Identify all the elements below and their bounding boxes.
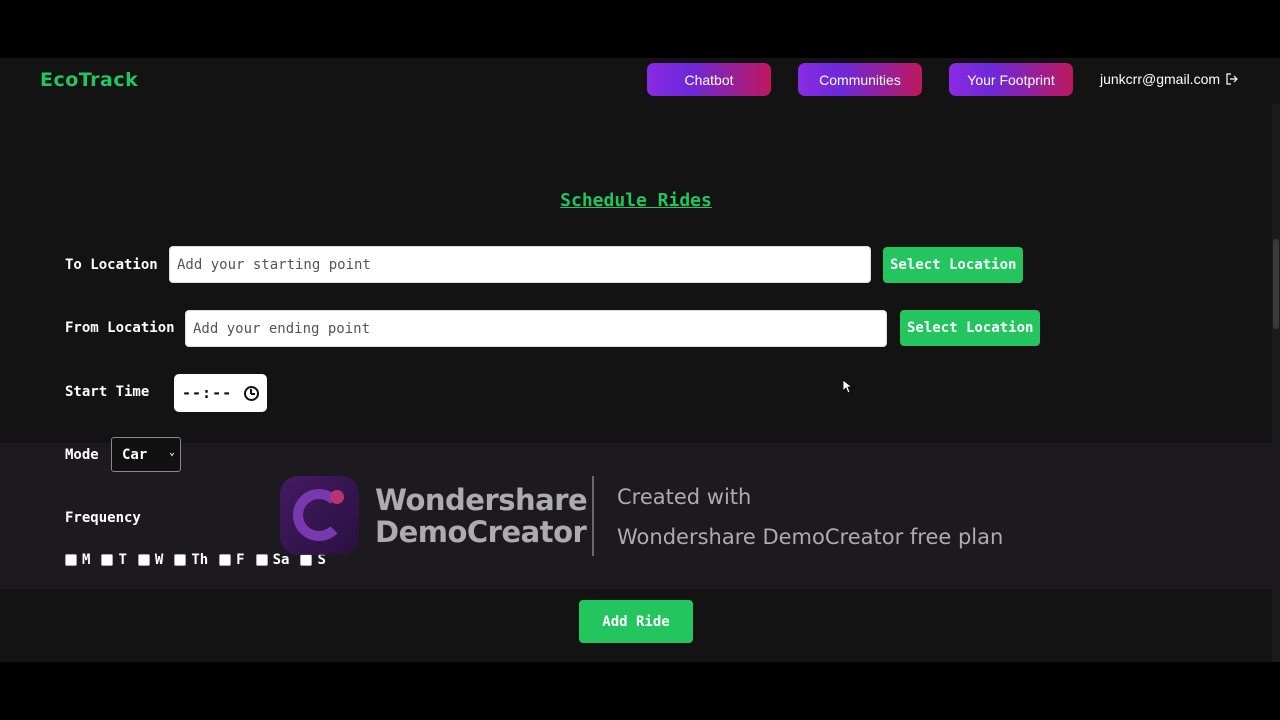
mouse-cursor-icon xyxy=(842,379,854,398)
add-ride-button[interactable]: Add Ride xyxy=(579,600,693,643)
watermark-brand-line1: Wondershare xyxy=(375,483,588,517)
nav-footprint-button[interactable]: Your Footprint xyxy=(949,63,1073,96)
select-to-location-button[interactable]: Select Location xyxy=(883,247,1024,283)
clock-icon[interactable] xyxy=(244,385,259,401)
watermark-divider xyxy=(592,476,594,556)
app-window: EcoTrack Chatbot Communities Your Footpr… xyxy=(0,58,1280,662)
day-option-th[interactable]: Th xyxy=(174,552,208,568)
user-email: junkcrr@gmail.com xyxy=(1100,71,1221,87)
select-from-location-button[interactable]: Select Location xyxy=(900,310,1041,346)
start-time-label: Start Time xyxy=(65,384,150,400)
mode-selected-value: Car xyxy=(122,446,148,463)
mode-select[interactable]: Car ⌄ xyxy=(111,437,181,472)
day-option-f[interactable]: F xyxy=(219,552,245,568)
democreator-logo xyxy=(280,476,359,555)
to-location-input[interactable] xyxy=(169,246,871,283)
logo-dot-icon xyxy=(330,490,344,504)
from-location-input[interactable] xyxy=(185,310,887,347)
logout-icon[interactable] xyxy=(1226,73,1238,85)
watermark-brand: Wondershare DemoCreator xyxy=(375,483,588,549)
day-option-sa[interactable]: Sa xyxy=(255,552,289,568)
frequency-label: Frequency xyxy=(65,510,141,526)
nav-communities-button[interactable]: Communities xyxy=(798,63,922,96)
watermark-created-with: Created with xyxy=(617,485,752,509)
day-checkbox[interactable] xyxy=(174,554,187,566)
day-option-m[interactable]: M xyxy=(65,552,90,568)
start-time-value: --:-- xyxy=(182,384,233,402)
from-location-label: From Location xyxy=(65,320,175,336)
to-location-label: To Location xyxy=(65,257,158,273)
page-title: Schedule Rides xyxy=(560,190,712,211)
user-menu[interactable]: junkcrr@gmail.com xyxy=(1100,71,1238,87)
brand-logo[interactable]: EcoTrack xyxy=(40,69,138,91)
day-checkbox[interactable] xyxy=(65,554,77,566)
day-option-t[interactable]: T xyxy=(101,552,127,568)
nav-chatbot-button[interactable]: Chatbot xyxy=(647,63,771,96)
day-option-w[interactable]: W xyxy=(137,552,163,568)
day-checkbox[interactable] xyxy=(219,554,232,566)
mode-label: Mode xyxy=(65,447,99,463)
watermark-brand-line2: DemoCreator xyxy=(375,515,587,549)
chevron-down-icon: ⌄ xyxy=(168,447,175,458)
scroll-thumb[interactable] xyxy=(1273,239,1279,329)
day-checkbox[interactable] xyxy=(300,554,313,566)
page-scrollbar[interactable] xyxy=(1272,104,1280,662)
day-checkbox[interactable] xyxy=(101,554,114,566)
watermark-plan-text: Wondershare DemoCreator free plan xyxy=(617,525,1004,549)
day-checkbox[interactable] xyxy=(137,554,150,566)
day-checkbox[interactable] xyxy=(255,554,268,566)
start-time-input[interactable]: --:-- xyxy=(174,374,267,412)
